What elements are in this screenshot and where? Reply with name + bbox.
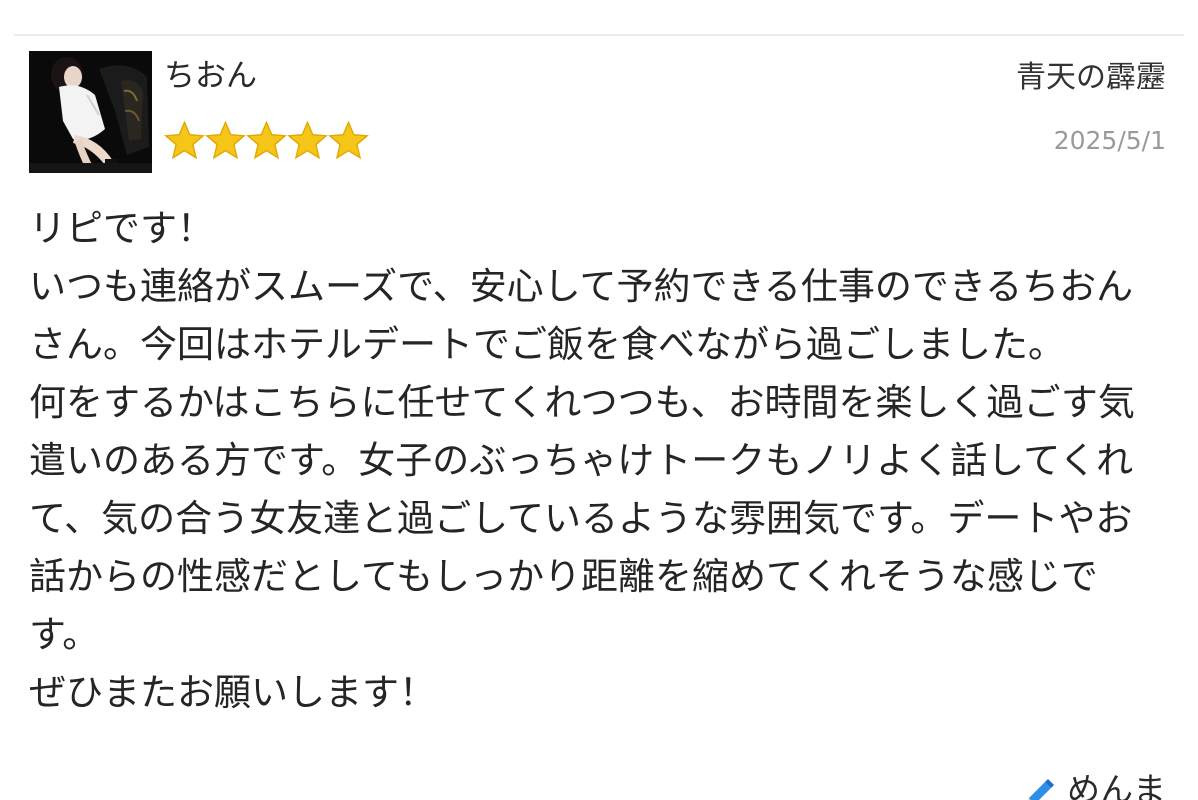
star-icon (205, 120, 246, 160)
divider (14, 34, 1184, 36)
star-icon (287, 120, 328, 160)
review-card: ちおん 青天の霹靂 2025/5/1 リピです！ いつも連絡がスムーズで、安心し… (0, 0, 1198, 800)
cast-name[interactable]: ちおん (164, 56, 257, 96)
star-rating (164, 119, 369, 165)
pen-icon (1028, 779, 1054, 800)
shop-reply-link[interactable]: めんま (1023, 770, 1166, 800)
review-body: リピです！ いつも連絡がスムーズで、安心して予約できる仕事のできるちおんさん。今… (29, 207, 1135, 714)
star-icon (328, 120, 369, 160)
review-date: 2025/5/1 (1053, 126, 1166, 155)
cast-avatar[interactable] (29, 51, 152, 173)
star-icon (246, 120, 287, 160)
reviewer-name: 青天の霹靂 (1016, 60, 1166, 95)
shop-link-label[interactable]: めんま (1067, 770, 1166, 800)
star-icon (164, 120, 205, 160)
